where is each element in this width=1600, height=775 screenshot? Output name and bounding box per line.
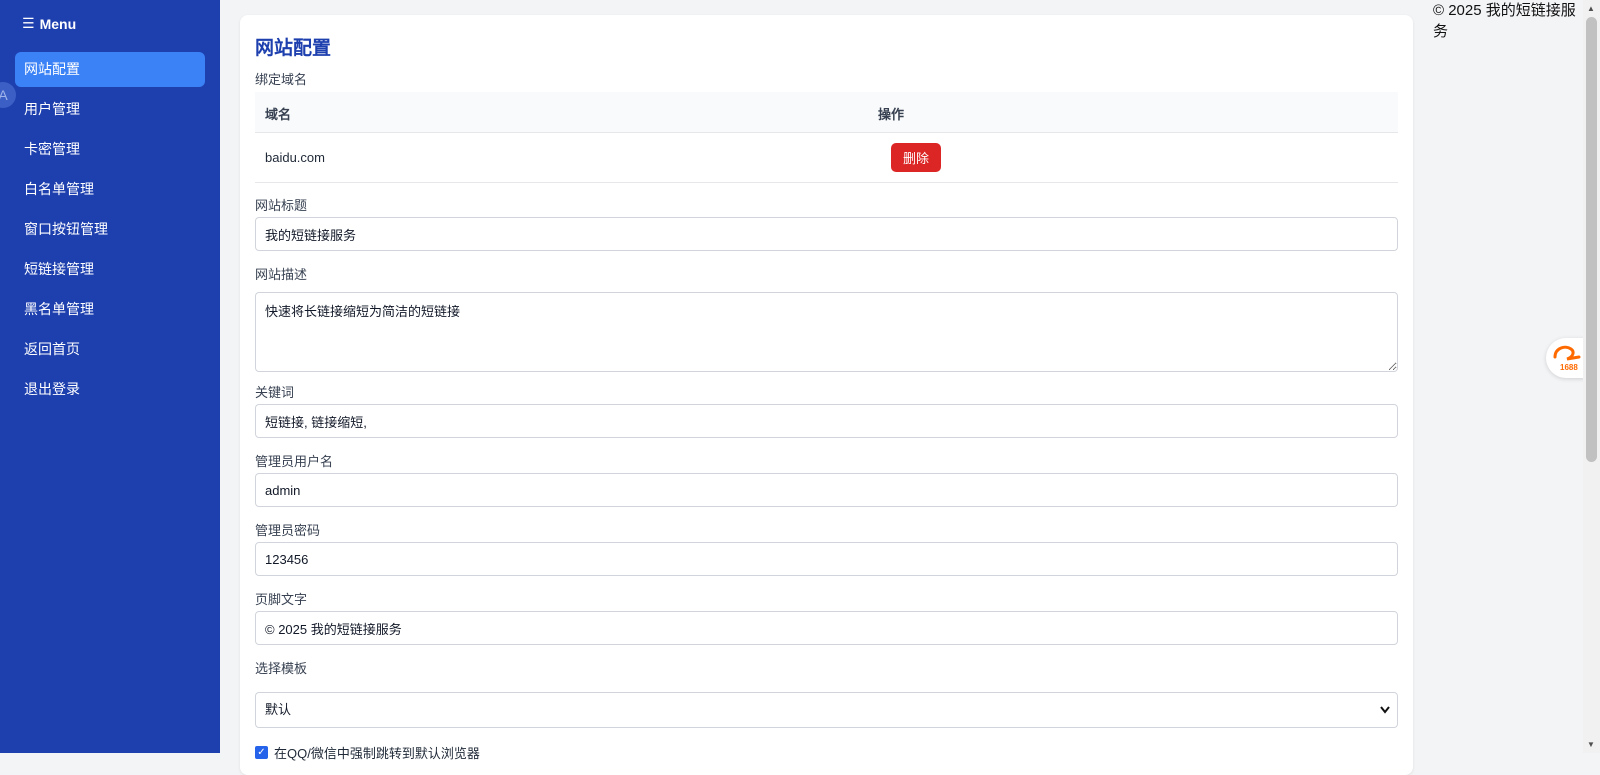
scroll-thumb[interactable]	[1586, 17, 1597, 462]
site-desc-textarea[interactable]: 快速将长链接缩短为简洁的短链接	[255, 292, 1398, 372]
site-title-label: 网站标题	[255, 198, 308, 213]
alibaba-1688-badge[interactable]: 1688	[1546, 338, 1586, 378]
sidebar-nav: 网站配置 用户管理 卡密管理 白名单管理 窗口按钮管理 短链接管理 黑名单管理 …	[15, 52, 205, 412]
template-selected-value: 默认	[265, 702, 292, 717]
keywords-input[interactable]	[255, 404, 1398, 438]
sidebar-item-whitelist-management[interactable]: 白名单管理	[15, 172, 205, 207]
menu-toggle[interactable]: ☰ Menu	[22, 15, 76, 32]
alibaba-1688-icon: 1688	[1553, 345, 1581, 372]
sidebar-item-window-button-management[interactable]: 窗口按钮管理	[15, 212, 205, 247]
page-footer-text: © 2025 我的短链接服务	[1433, 2, 1576, 40]
sidebar-item-shortlink-management[interactable]: 短链接管理	[15, 252, 205, 287]
scroll-up-icon[interactable]: ▲	[1587, 4, 1595, 13]
domain-table: 域名 操作 baidu.com 删除	[255, 92, 1398, 183]
sidebar: ☰ Menu A 网站配置 用户管理 卡密管理 白名单管理 窗口按钮管理 短链接…	[0, 0, 220, 753]
sidebar-item-logout[interactable]: 退出登录	[15, 372, 205, 407]
column-header-domain: 域名	[265, 107, 292, 122]
admin-password-input[interactable]	[255, 542, 1398, 576]
scroll-down-icon[interactable]: ▼	[1587, 740, 1595, 749]
translate-icon[interactable]: A	[0, 82, 16, 108]
table-header: 域名 操作	[255, 92, 1398, 133]
table-row: baidu.com 删除	[255, 133, 1398, 182]
footer-text-input[interactable]	[255, 611, 1398, 645]
sidebar-item-card-management[interactable]: 卡密管理	[15, 132, 205, 167]
template-select[interactable]: 默认	[255, 692, 1398, 728]
menu-label: Menu	[39, 15, 77, 32]
column-header-action: 操作	[878, 107, 905, 122]
footer-text-label: 页脚文字	[255, 592, 308, 607]
sidebar-item-blacklist-management[interactable]: 黑名单管理	[15, 292, 205, 327]
domain-section-label: 绑定域名	[255, 72, 308, 87]
site-title-input[interactable]	[255, 217, 1398, 251]
admin-username-input[interactable]	[255, 473, 1398, 507]
svg-text:1688: 1688	[1560, 363, 1578, 372]
page-scrollbar[interactable]: ▲ ▼	[1583, 0, 1600, 753]
hamburger-icon: ☰	[22, 15, 35, 31]
keywords-label: 关键词	[255, 385, 295, 400]
config-card: 网站配置 绑定域名 域名 操作 baidu.com 删除 网站标题 网站描述 快…	[240, 15, 1413, 775]
sidebar-item-back-home[interactable]: 返回首页	[15, 332, 205, 367]
chevron-down-icon	[1379, 693, 1391, 740]
admin-password-label: 管理员密码	[255, 523, 321, 538]
delete-domain-button[interactable]: 删除	[891, 143, 941, 172]
page-title: 网站配置	[255, 38, 332, 59]
admin-username-label: 管理员用户名	[255, 454, 334, 469]
template-label: 选择模板	[255, 661, 308, 676]
sidebar-item-site-config[interactable]: 网站配置	[15, 52, 205, 87]
domain-cell: baidu.com	[265, 150, 325, 165]
sidebar-item-user-management[interactable]: 用户管理	[15, 92, 205, 127]
site-desc-label: 网站描述	[255, 267, 308, 282]
